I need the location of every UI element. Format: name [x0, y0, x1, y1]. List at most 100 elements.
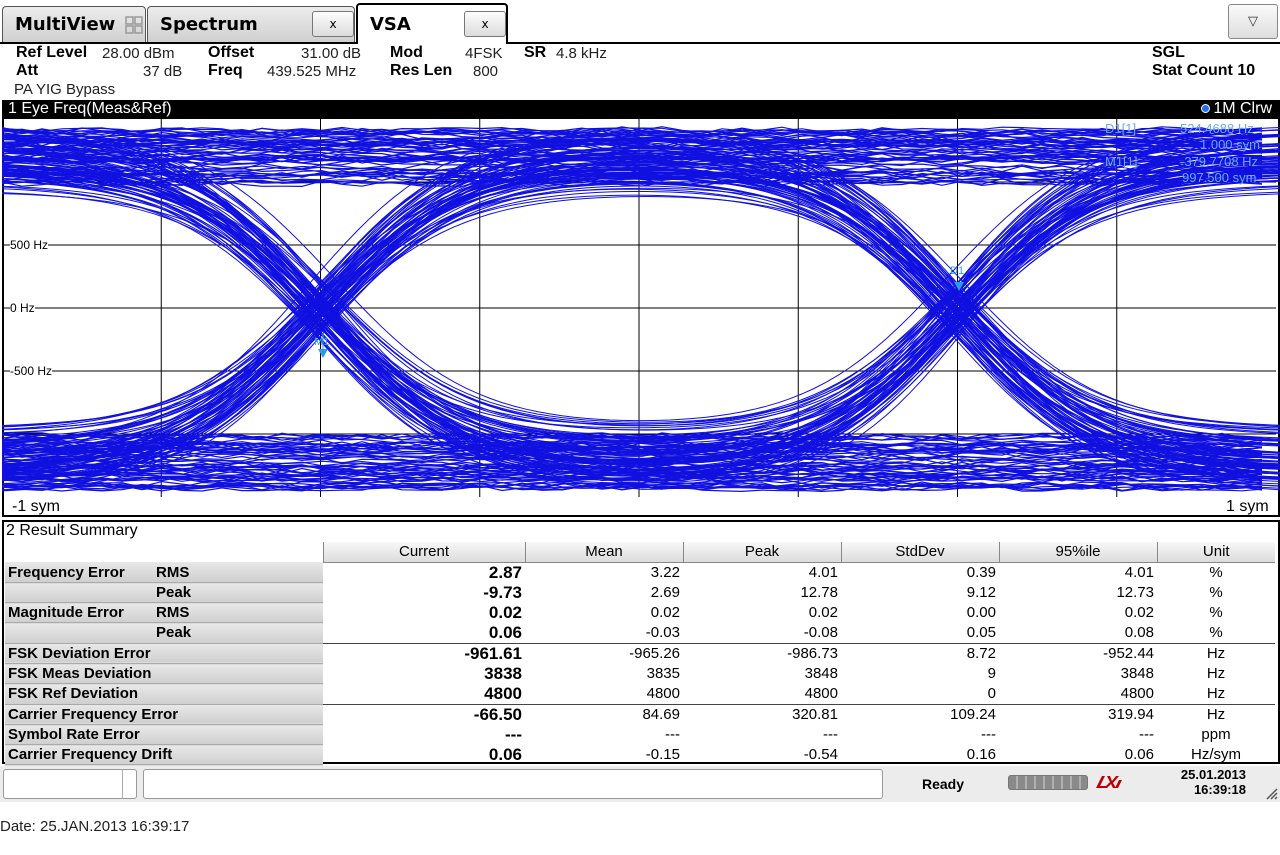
- marker-m1-label: M1[1]: [1105, 154, 1138, 169]
- cell-p95: -952.44: [999, 642, 1157, 664]
- cell-unit: Hz: [1157, 703, 1275, 725]
- cell-cur: 4800: [484, 683, 522, 703]
- att-label: Att: [16, 62, 39, 79]
- cell-mean: 84.69: [525, 703, 683, 725]
- cell-mean: -0.03: [645, 624, 680, 641]
- row-label: Peak: [5, 582, 323, 603]
- row-name: FSK Meas Deviation: [8, 665, 152, 682]
- tab-bar: MultiView Spectrum x VSA x ▽: [0, 0, 1280, 44]
- cell-cur: 2.87: [488, 562, 522, 582]
- table-row: Magnitude Error RMS 0.02 0.02 0.02 0.00 0.02%: [5, 602, 1275, 623]
- cell-unit: Hz/sym: [1191, 746, 1241, 763]
- result-summary-title: 2 Result Summary: [6, 522, 138, 539]
- eye-diagram-plot[interactable]: D1 M1: [2, 119, 1280, 497]
- cell-std: 0.39: [966, 564, 996, 581]
- table-row: Carrier Frequency Drift 0.06 -0.15 -0.54 0.1…: [5, 744, 1275, 765]
- cell-cur: 0.06: [488, 744, 522, 764]
- freq-label: Freq: [208, 62, 243, 79]
- marker-m1-icon[interactable]: [318, 349, 328, 358]
- trace-mode: 1M Clrw: [1213, 100, 1272, 117]
- cell-unit: Hz: [1206, 685, 1226, 702]
- close-spectrum-button[interactable]: x: [312, 11, 354, 37]
- table-row: Peak 0.06 -0.03 -0.08 0.05 0.08%: [5, 622, 1275, 644]
- cell-p95: 4800: [1120, 685, 1154, 702]
- status-field-left[interactable]: [3, 769, 137, 799]
- multiview-grid-icon: [125, 16, 143, 34]
- eye-diagram-title: 1 Eye Freq(Meas&Ref): [8, 100, 172, 117]
- row-name: FSK Deviation Error: [8, 644, 151, 662]
- cell-peak: -0.54: [803, 746, 838, 763]
- cell-unit: %: [1209, 564, 1223, 581]
- header-peak: Peak: [682, 542, 841, 563]
- cell-std: 9.12: [966, 584, 996, 601]
- close-vsa-button[interactable]: x: [464, 11, 506, 37]
- cell-p95: 0.06: [1124, 746, 1154, 763]
- row-subname: Peak: [156, 624, 192, 642]
- cell-p95: 4.01: [1124, 564, 1154, 581]
- header-unit: Unit: [1156, 542, 1275, 563]
- x-axis-end: 1 sym: [1226, 498, 1269, 515]
- cell-unit: Hz: [1157, 642, 1275, 664]
- result-summary-table: Current Mean Peak StdDev 95%ile Unit Fre…: [5, 542, 1275, 785]
- marker-m1-x: 997.500 sym: [1182, 170, 1257, 185]
- trace-info: 1M Clrw: [1201, 100, 1272, 118]
- status-bar: Ready 25.01.2013 16:39:18: [0, 766, 1280, 802]
- marker-m1-tag: M1: [314, 336, 329, 348]
- marker-m1-value: -379.7708 Hz: [1180, 154, 1259, 169]
- row-label: Carrier Frequency Drift: [5, 744, 323, 765]
- cell-cur: -961.61: [323, 642, 525, 664]
- y-tick-500: 500 Hz: [10, 238, 49, 252]
- status-date: 25.01.2013: [1180, 767, 1246, 782]
- cell-unit: Hz: [1206, 665, 1226, 682]
- cell-mean: 0.02: [650, 604, 680, 621]
- freq-value: 439.525 MHz: [267, 63, 357, 80]
- cell-cur: 0.06: [488, 622, 522, 642]
- cell-p95: 3848: [1120, 665, 1154, 682]
- cell-mean: 3835: [646, 665, 680, 682]
- cell-unit: %: [1209, 624, 1223, 641]
- dropdown-button[interactable]: ▽: [1228, 4, 1278, 39]
- marker-d1-value: 524.4688 Hz: [1180, 121, 1254, 136]
- row-name: Frequency Error: [8, 563, 125, 581]
- row-label: Frequency Error RMS: [5, 562, 323, 583]
- status-message-field[interactable]: [143, 769, 883, 799]
- cell-cur: -66.50: [323, 703, 525, 725]
- row-label: Carrier Frequency Error: [5, 703, 323, 725]
- eye-diagram-title-bar[interactable]: 1 Eye Freq(Meas&Ref) 1M Clrw: [2, 100, 1280, 119]
- cell-cur: 0.02: [488, 602, 522, 622]
- row-label: Symbol Rate Error: [5, 724, 323, 745]
- cell-std: 109.24: [841, 703, 999, 725]
- pa-yig-bypass: PA YIG Bypass: [14, 81, 116, 98]
- cell-std: 9: [987, 665, 996, 682]
- header-mean: Mean: [524, 542, 683, 563]
- row-label: FSK Deviation Error: [5, 642, 323, 664]
- table-row: FSK Ref Deviation 4800 4800 4800 0 4800 Hz: [5, 683, 1275, 705]
- ref-level-value: 28.00 dBm: [102, 45, 175, 62]
- cell-mean: 2.69: [650, 584, 680, 601]
- row-label: FSK Meas Deviation: [5, 663, 323, 684]
- cell-peak: 12.78: [800, 584, 838, 601]
- cell-peak: -0.08: [803, 624, 838, 641]
- cell-mean: ---: [665, 726, 680, 743]
- stat-count: Stat Count 10: [1152, 62, 1256, 79]
- res-len-label: Res Len: [390, 62, 453, 79]
- settings-panel: Ref Level 28.00 dBm Att 37 dB PA YIG Byp…: [0, 44, 1280, 100]
- cell-mean: -0.15: [645, 746, 680, 763]
- att-value: 37 dB: [143, 63, 183, 80]
- cell-std: 0.16: [966, 746, 996, 763]
- table-row: Symbol Rate Error --- --- --- --- --- ppm: [5, 724, 1275, 745]
- tab-vsa[interactable]: VSA x: [356, 3, 508, 44]
- row-subname: Peak: [156, 584, 192, 601]
- mod-value: 4FSK: [465, 45, 503, 62]
- cell-mean: 4800: [646, 685, 680, 702]
- tab-spectrum[interactable]: Spectrum x: [147, 6, 355, 43]
- cell-cur: -9.73: [483, 582, 522, 602]
- table-row: Carrier Frequency Error -66.50 84.69 320.81…: [5, 703, 1275, 725]
- sr-label: SR: [524, 44, 547, 61]
- eye-trace: [2, 176, 1280, 429]
- cell-peak: ---: [823, 726, 838, 743]
- cell-p95: ---: [1139, 726, 1154, 743]
- table-row: Peak -9.73 2.69 12.78 9.12 12.73%: [5, 582, 1275, 603]
- tab-multiview[interactable]: MultiView: [2, 6, 146, 43]
- resize-grip-icon[interactable]: [1264, 786, 1278, 800]
